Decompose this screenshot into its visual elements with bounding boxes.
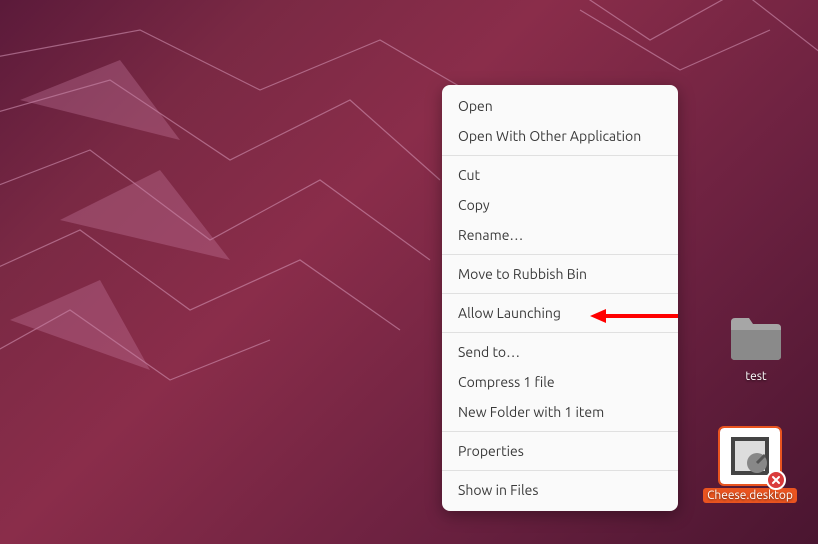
file-label: Cheese.desktop xyxy=(703,488,797,503)
menu-item-properties[interactable]: Properties xyxy=(442,436,678,466)
menu-item-rename[interactable]: Rename… xyxy=(442,220,678,250)
menu-separator xyxy=(442,293,678,294)
menu-item-copy[interactable]: Copy xyxy=(442,190,678,220)
document-icon xyxy=(720,428,780,484)
folder-label: test xyxy=(743,370,768,383)
desktop-folder-test[interactable]: test xyxy=(720,310,792,383)
menu-item-send-to[interactable]: Send to… xyxy=(442,337,678,367)
menu-separator xyxy=(442,155,678,156)
folder-icon xyxy=(726,310,786,366)
context-menu: Open Open With Other Application Cut Cop… xyxy=(442,85,678,511)
menu-separator xyxy=(442,431,678,432)
menu-item-new-folder-with-item[interactable]: New Folder with 1 item xyxy=(442,397,678,427)
menu-separator xyxy=(442,332,678,333)
menu-item-move-to-rubbish[interactable]: Move to Rubbish Bin xyxy=(442,259,678,289)
menu-item-compress[interactable]: Compress 1 file xyxy=(442,367,678,397)
menu-item-allow-launching[interactable]: Allow Launching xyxy=(442,298,678,328)
wallpaper xyxy=(0,0,818,544)
menu-item-open[interactable]: Open xyxy=(442,91,678,121)
error-badge-icon xyxy=(766,470,786,490)
menu-item-show-in-files[interactable]: Show in Files xyxy=(442,475,678,505)
menu-item-open-with[interactable]: Open With Other Application xyxy=(442,121,678,151)
desktop-file-cheese[interactable]: Cheese.desktop xyxy=(700,428,800,503)
menu-separator xyxy=(442,470,678,471)
menu-item-cut[interactable]: Cut xyxy=(442,160,678,190)
menu-separator xyxy=(442,254,678,255)
